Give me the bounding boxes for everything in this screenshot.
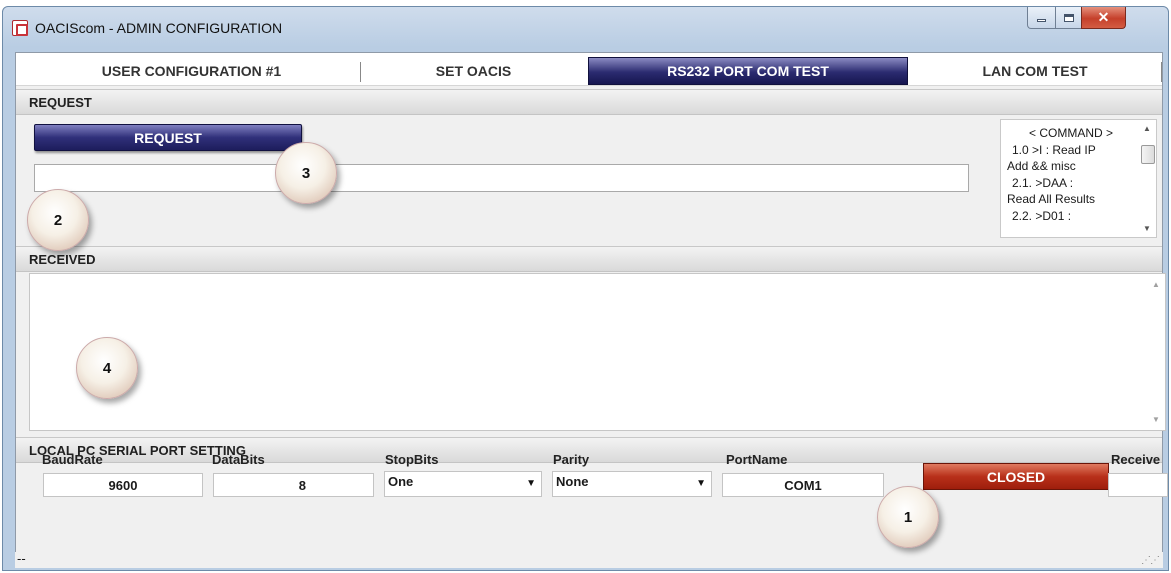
tab-strip: USER CONFIGURATION #1 SET OACIS RS232 PO…: [16, 53, 1162, 86]
callout-marker: 1: [877, 486, 939, 548]
chevron-down-icon: ▼: [526, 478, 536, 489]
request-input[interactable]: [34, 164, 969, 192]
received-textarea[interactable]: ▲ ▼: [29, 273, 1166, 431]
resize-grip-icon[interactable]: ⋰⋰: [1141, 554, 1160, 568]
scroll-up-icon[interactable]: ▲: [1152, 280, 1160, 289]
received-header: RECEIVED: [16, 246, 1162, 272]
stopbits-value: One: [388, 474, 414, 489]
list-item[interactable]: 2.2. >D01 :: [1007, 208, 1135, 225]
received-scrollbar[interactable]: ▲ ▼: [1148, 274, 1165, 430]
client-area: USER CONFIGURATION #1 SET OACIS RS232 PO…: [15, 52, 1168, 557]
port-status-button[interactable]: CLOSED: [923, 463, 1109, 490]
scroll-down-icon[interactable]: ▼: [1143, 224, 1151, 233]
databits-label: DataBits: [212, 452, 265, 467]
receive-field[interactable]: [1108, 473, 1168, 497]
request-header: REQUEST: [16, 89, 1162, 115]
command-list-scrollbar[interactable]: ▲ ▼: [1139, 120, 1156, 237]
stopbits-select[interactable]: One ▼: [384, 471, 542, 497]
parity-label: Parity: [553, 452, 590, 467]
list-item[interactable]: Read All Results: [1007, 191, 1135, 208]
list-item[interactable]: 2.1. >DAA :: [1007, 175, 1135, 192]
parity-value: None: [556, 474, 589, 489]
scroll-down-icon[interactable]: ▼: [1152, 415, 1160, 424]
title-bar[interactable]: OACIScom - ADMIN CONFIGURATION ✕: [3, 7, 1168, 47]
close-icon: ✕: [1097, 9, 1110, 25]
tab-rs232-port-com-test[interactable]: RS232 PORT COM TEST: [588, 57, 908, 85]
tab-set-oacis[interactable]: SET OACIS: [361, 57, 586, 85]
minimize-icon: [1037, 19, 1046, 22]
maximize-icon: [1063, 13, 1074, 22]
minimize-button[interactable]: [1027, 7, 1056, 29]
request-button[interactable]: REQUEST: [34, 124, 302, 151]
list-item[interactable]: Add && misc: [1007, 158, 1135, 175]
tab-divider: [1161, 62, 1162, 82]
window-title: OACIScom - ADMIN CONFIGURATION: [35, 20, 283, 36]
command-list-items: < COMMAND > 1.0 >I : Read IP Add && misc…: [1007, 125, 1135, 224]
command-list[interactable]: < COMMAND > 1.0 >I : Read IP Add && misc…: [1000, 119, 1157, 238]
tab-user-configuration[interactable]: USER CONFIGURATION #1: [24, 57, 359, 85]
app-icon: [12, 20, 28, 36]
parity-select[interactable]: None ▼: [552, 471, 712, 497]
callout-marker: 3: [275, 142, 337, 204]
portname-field[interactable]: COM1: [722, 473, 884, 497]
receive-label: Receive: [1111, 452, 1161, 467]
close-button[interactable]: ✕: [1081, 7, 1126, 29]
status-text: --: [17, 551, 26, 566]
scroll-thumb[interactable]: [1141, 145, 1155, 164]
callout-marker: 4: [76, 337, 138, 399]
databits-field[interactable]: 8: [213, 473, 374, 497]
list-item[interactable]: < COMMAND >: [1007, 125, 1135, 142]
list-item[interactable]: 1.0 >I : Read IP: [1007, 142, 1135, 159]
baudrate-label: BaudRate: [42, 452, 103, 467]
baudrate-field[interactable]: 9600: [43, 473, 203, 497]
tab-lan-com-test[interactable]: LAN COM TEST: [910, 57, 1160, 85]
app-window: OACIScom - ADMIN CONFIGURATION ✕ USER CO…: [2, 6, 1169, 571]
scroll-up-icon[interactable]: ▲: [1143, 124, 1151, 133]
status-bar: -- ⋰⋰: [15, 552, 1163, 568]
callout-marker: 2: [27, 189, 89, 251]
maximize-button[interactable]: [1055, 7, 1082, 29]
chevron-down-icon: ▼: [696, 478, 706, 489]
portname-label: PortName: [726, 452, 788, 467]
stopbits-label: StopBits: [385, 452, 439, 467]
